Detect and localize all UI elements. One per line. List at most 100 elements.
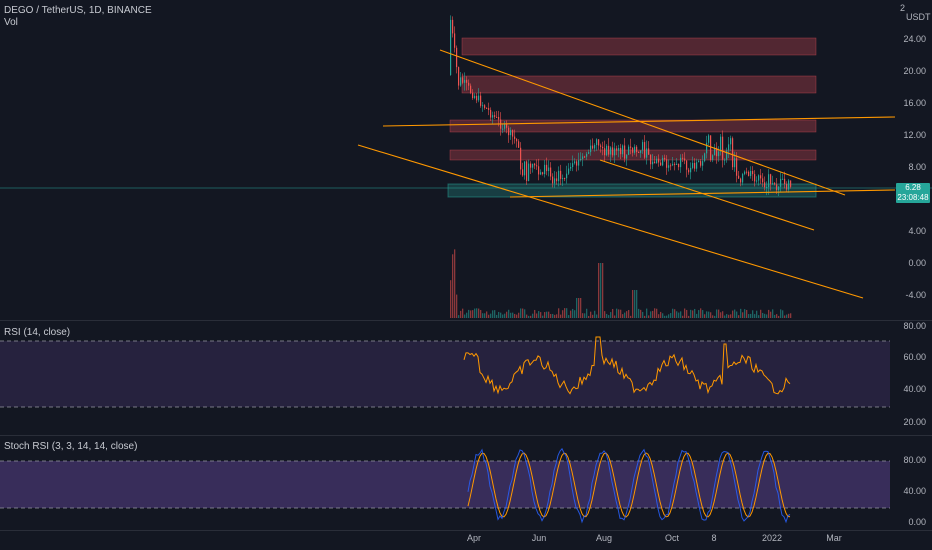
volume-bar (528, 315, 530, 318)
candle-body (638, 151, 640, 153)
candle-body (712, 155, 714, 161)
candle-body (780, 178, 782, 187)
volume-bar (738, 315, 740, 318)
volume-bar (780, 309, 782, 318)
volume-bar (732, 310, 734, 318)
candle-body (786, 184, 788, 190)
volume-bar (592, 314, 594, 318)
candle-body (740, 178, 742, 183)
volume-bar (616, 308, 618, 318)
candle-body (450, 19, 452, 75)
volume-bar (652, 310, 654, 318)
volume-bar (576, 298, 578, 318)
candle-body (600, 145, 602, 147)
price-tick: -4.00 (905, 290, 926, 300)
candle-body (610, 147, 612, 155)
candle-body (678, 163, 680, 168)
candle-body (604, 148, 606, 156)
volume-bar (742, 312, 744, 318)
candle-body (454, 33, 456, 48)
candle-body (510, 130, 512, 136)
volume-bar (494, 310, 496, 318)
candle-body (736, 158, 738, 176)
time-tick: Aug (595, 533, 613, 543)
volume-bar (610, 312, 612, 318)
volume-bar (726, 314, 728, 318)
candle-body (686, 160, 688, 170)
candle-body (532, 163, 534, 168)
volume-bar (670, 313, 672, 318)
candle-body (556, 178, 558, 182)
volume-bar (784, 315, 786, 318)
candle-body (632, 147, 634, 153)
volume-bar (532, 313, 534, 318)
volume-bar (566, 308, 568, 318)
volume-bar (498, 311, 500, 318)
candle-body (630, 146, 632, 148)
rsi-tick: 40.00 (903, 384, 926, 394)
candle-body (456, 47, 458, 68)
volume-bar (718, 309, 720, 318)
volume-bar (544, 312, 546, 318)
volume-bar (526, 314, 528, 318)
price-tick: 12.00 (903, 130, 926, 140)
candle-body (562, 178, 564, 180)
candle-body (718, 151, 720, 157)
candle-body (724, 159, 726, 161)
candle-body (564, 178, 566, 180)
candle-body (784, 178, 786, 185)
volume-bar (720, 312, 722, 318)
candle-body (460, 77, 462, 86)
price-tick: 4.00 (908, 226, 926, 236)
volume-bar (524, 309, 526, 318)
volume-bar (458, 315, 460, 318)
candle-body (762, 178, 764, 183)
rsi-legend[interactable]: RSI (14, close) (4, 327, 70, 339)
candle-body (756, 180, 758, 182)
candle-body (474, 95, 476, 99)
volume-bar (646, 308, 648, 318)
candle-body (672, 163, 674, 166)
candle-body (706, 142, 708, 154)
volume-bar (602, 263, 604, 318)
rsi-pane[interactable]: RSI (14, close) (0, 321, 932, 435)
candle-body (682, 157, 684, 159)
volume-bar (692, 310, 694, 318)
time-tick: 8 (711, 533, 717, 543)
volume-bar (694, 308, 696, 318)
candle-body (518, 141, 520, 148)
volume-bar (774, 314, 776, 318)
volume-bar (522, 308, 524, 318)
volume-bar (574, 310, 576, 318)
stoch-rsi-legend[interactable]: Stoch RSI (3, 3, 14, 14, close) (4, 441, 137, 453)
time-axis-separator (0, 530, 932, 531)
volume-bar (744, 309, 746, 318)
candle-body (574, 161, 576, 164)
volume-bar (516, 314, 518, 318)
candle-body (524, 161, 526, 176)
candle-body (698, 161, 700, 163)
stoch-rsi-pane[interactable]: Stoch RSI (3, 3, 14, 14, close) (0, 436, 932, 530)
volume-bar (728, 314, 730, 318)
candle-body (458, 67, 460, 86)
volume-bar (708, 311, 710, 318)
candle-body (640, 150, 642, 153)
candle-body (558, 170, 560, 182)
candle-body (666, 159, 668, 168)
candle-body (726, 150, 728, 160)
candle-body (778, 186, 780, 191)
volume-bar (564, 308, 566, 318)
volume-bar (748, 314, 750, 318)
volume-bar (478, 308, 480, 318)
price-tick: 0.00 (908, 258, 926, 268)
volume-bar (612, 308, 614, 318)
volume-bar (776, 314, 778, 318)
volume-bar (684, 308, 686, 318)
rsi-tick: 80.00 (903, 321, 926, 331)
volume-bar (770, 311, 772, 318)
volume-bar (530, 315, 532, 318)
volume-bar (490, 313, 492, 318)
volume-bar (658, 314, 660, 318)
volume-bar (634, 290, 636, 318)
candle-body (522, 169, 524, 176)
